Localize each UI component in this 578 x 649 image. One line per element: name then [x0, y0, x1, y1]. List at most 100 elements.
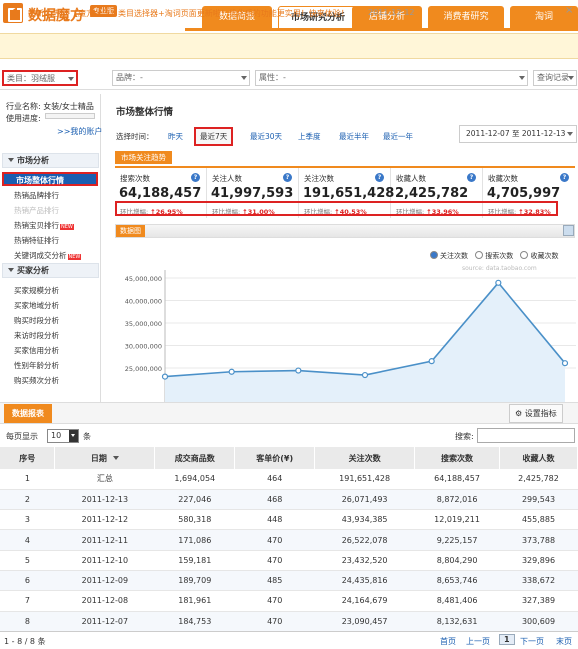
stat-label: 关注次数 — [304, 174, 334, 183]
table-cell: 汇总 — [54, 469, 155, 490]
table-cell: 181,961 — [154, 590, 235, 612]
date-range-value: 2011-12-07 至 2011-12-13 — [466, 129, 566, 138]
time-select-label: 选择时间： — [116, 132, 154, 141]
usage-progress-label: 使用进度: — [6, 114, 41, 123]
sidebar-item-buyer-region[interactable]: 买家地域分析 — [14, 300, 59, 311]
sidebar-item-hot-items[interactable]: 热销宝贝排行 NEW — [14, 220, 74, 231]
time-option-last-year[interactable]: 最近一年 — [383, 131, 413, 142]
chevron-down-icon — [241, 76, 247, 80]
brand-select[interactable]: 品牌：- — [112, 70, 250, 86]
y-tick-label: 30,000,000 — [125, 343, 162, 351]
sidebar-section-market[interactable]: 市场分析 — [2, 153, 99, 168]
data-point — [295, 367, 302, 374]
change-highlight-outline — [115, 201, 558, 216]
sidebar-item-market-overview[interactable]: 市场整体行情 — [2, 172, 98, 186]
col-attention-count[interactable]: 关注次数 — [314, 447, 416, 469]
help-icon[interactable]: ? — [560, 173, 569, 182]
attribute-select[interactable]: 属性：- — [255, 70, 528, 86]
table-cell: 1,694,054 — [154, 469, 235, 490]
table-cell: 8,132,631 — [414, 611, 500, 632]
table-cell: 470 — [234, 529, 315, 551]
table-cell: 2011-12-09 — [54, 570, 155, 592]
table-cell: 64,188,457 — [414, 469, 500, 490]
table-cell: 338,672 — [499, 570, 578, 592]
help-icon[interactable]: ? — [375, 173, 384, 182]
legend-item-search[interactable]: 搜索次数 — [475, 251, 513, 261]
table-row: 1 汇总 1,694,054 464 191,651,428 64,188,457 2,42… — [0, 469, 578, 490]
sidebar-item-gender-age[interactable]: 性别年龄分析 — [14, 360, 59, 371]
my-account-link[interactable]: >>我的账户 — [57, 126, 102, 137]
table-cell: 5 — [0, 550, 55, 571]
col-search-count[interactable]: 搜索次数 — [414, 447, 501, 469]
notice-link[interactable]: 【魔方公告】类目选择器+淘词页面更新啦！优化后的功能更实用！快来体验！ — [70, 8, 349, 19]
table-cell: 329,896 — [499, 550, 578, 571]
y-tick-label: 45,000,000 — [125, 275, 162, 283]
stat-value: 4,705,997 — [487, 186, 561, 201]
sort-desc-icon[interactable] — [112, 455, 119, 460]
chevron-down-icon — [568, 76, 574, 80]
pager-prev[interactable]: 上一页 — [466, 636, 490, 647]
table-cell: 24,164,679 — [314, 590, 415, 612]
pager-current-page[interactable]: 1 — [499, 634, 515, 645]
line-chart: 45,000,000 40,000,000 35,000,000 30,000,000… — [125, 270, 576, 402]
help-icon[interactable]: ? — [191, 173, 200, 182]
per-page-select[interactable]: 10 — [47, 429, 79, 443]
gear-icon: ⚙ — [515, 409, 525, 418]
table-cell: 2011-12-11 — [54, 529, 155, 551]
report-tab[interactable]: 数据报表 — [4, 404, 52, 423]
sidebar-item-keyword-analysis[interactable]: 关键词成交分析 NEW — [14, 250, 82, 261]
sidebar-item-hot-brands[interactable]: 热销品牌排行 — [14, 190, 59, 201]
attention-trend-tab[interactable]: 市场关注趋势 — [115, 151, 172, 164]
col-index[interactable]: 序号 — [0, 447, 56, 469]
table-cell: 299,543 — [499, 489, 578, 511]
settings-button[interactable]: ⚙ 设置指标 — [509, 404, 563, 423]
stat-value: 64,188,457 — [119, 186, 202, 201]
col-favorite-people[interactable]: 收藏人数 — [499, 447, 578, 469]
sidebar-item-visit-time[interactable]: 来访时段分析 — [14, 330, 59, 341]
legend-item-favorite[interactable]: 收藏次数 — [520, 251, 558, 261]
chart-tab[interactable]: 数据图 — [116, 225, 145, 237]
help-icon[interactable]: ? — [467, 173, 476, 182]
time-option-last-half-year[interactable]: 最近半年 — [339, 131, 369, 142]
col-avg-price[interactable]: 客单价(¥) — [234, 447, 316, 469]
table-cell: 2,425,782 — [499, 469, 578, 490]
sidebar-item-label: 热销产品排行 — [14, 206, 59, 215]
help-icon[interactable]: ? — [283, 173, 292, 182]
legend-item-attention[interactable]: 关注次数 — [430, 251, 468, 261]
pager-last[interactable]: 末页 — [556, 636, 572, 647]
pager-first[interactable]: 首页 — [440, 636, 456, 647]
time-option-last-7-days[interactable]: 最近7天 — [194, 127, 234, 146]
tab-consumer-research[interactable]: 消费者研究 — [428, 6, 504, 28]
query-history-select[interactable]: 查询记录 — [533, 70, 577, 86]
table-cell: 2011-12-10 — [54, 550, 155, 571]
time-option-yesterday[interactable]: 昨天 — [168, 131, 183, 142]
col-items-sold[interactable]: 成交商品数 — [154, 447, 236, 469]
chevron-down-icon — [68, 77, 74, 81]
sidebar-item-hot-features[interactable]: 热销特征排行 — [14, 235, 59, 246]
notice-bar — [0, 33, 578, 59]
report-bar — [0, 402, 578, 424]
sidebar-item-purchase-frequency[interactable]: 购买频次分析 — [14, 375, 59, 386]
sidebar-section-buyer[interactable]: 买家分析 — [2, 263, 99, 278]
sidebar-item-purchase-time[interactable]: 购买时段分析 — [14, 315, 59, 326]
col-date[interactable]: 日期 — [54, 447, 156, 469]
page-title: 市场整体行情 — [116, 107, 174, 118]
sidebar-item-buyer-scale[interactable]: 买家规模分析 — [14, 285, 59, 296]
category-select[interactable]: 类目：羽绒服 — [2, 70, 78, 86]
data-point — [161, 373, 169, 380]
pager-next[interactable]: 下一页 — [520, 636, 544, 647]
table-row: 4 2011-12-11 171,086 470 26,522,078 9,225,157… — [0, 529, 578, 551]
chart-toggle-icon[interactable] — [563, 225, 574, 236]
date-range-picker[interactable]: 2011-12-07 至 2011-12-13 — [459, 125, 577, 143]
table-cell: 470 — [234, 550, 315, 571]
sidebar-item-buyer-credit[interactable]: 买家信用分析 — [14, 345, 59, 356]
time-option-last-quarter[interactable]: 上季度 — [298, 131, 321, 142]
search-input[interactable] — [477, 428, 575, 443]
close-icon[interactable]: × — [565, 5, 573, 16]
col-date-label: 日期 — [90, 453, 107, 463]
sidebar-item-hot-products[interactable]: 热销产品排行 — [14, 205, 59, 216]
table-cell: 3 — [0, 509, 55, 531]
time-option-last-30-days[interactable]: 最近30天 — [250, 131, 282, 142]
table-cell: 2011-12-08 — [54, 590, 155, 612]
stat-label: 搜索次数 — [120, 174, 150, 183]
